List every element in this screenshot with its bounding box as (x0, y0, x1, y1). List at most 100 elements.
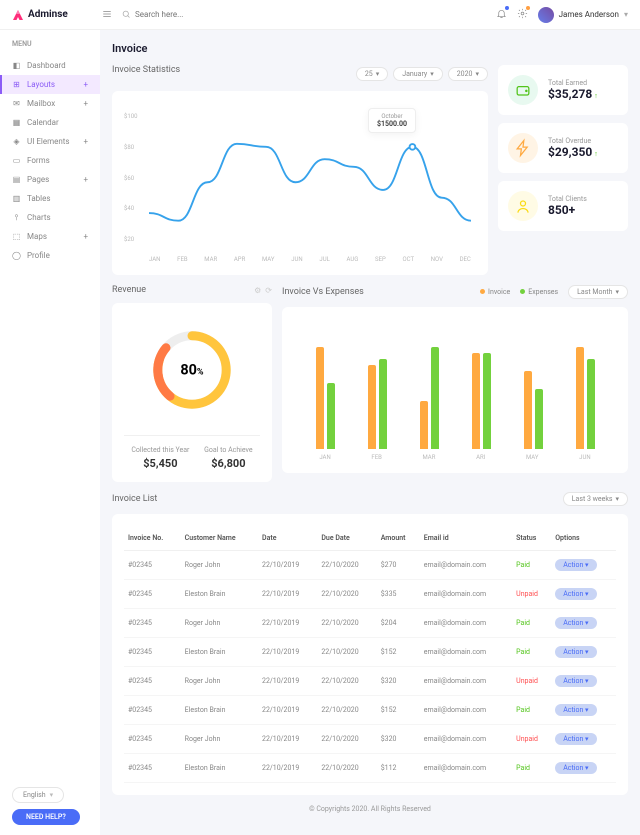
settings-button[interactable] (517, 8, 528, 21)
stat-card-total-earned: Total Earned$35,278↑ (498, 65, 628, 115)
sidebar-item-forms[interactable]: ▭Forms (0, 151, 100, 170)
bar-group (368, 359, 387, 449)
bar-expenses (483, 353, 491, 449)
sidebar-item-tables[interactable]: ▥Tables (0, 189, 100, 208)
refresh-icon[interactable]: ⟳ (265, 286, 272, 295)
bar-x-label: FEB (371, 454, 381, 461)
cell-amount: $112 (377, 754, 420, 783)
action-button[interactable]: Action ▾ (555, 559, 596, 571)
legend-invoice: Invoice (488, 288, 510, 296)
filter-2020[interactable]: 2020▾ (448, 67, 488, 81)
x-tick: MAR (204, 256, 217, 263)
col-header: Invoice No. (124, 526, 181, 551)
logo[interactable]: Adminse (12, 9, 102, 21)
chevron-down-icon: ▾ (615, 288, 619, 296)
x-tick: JUN (291, 256, 302, 263)
list-filter[interactable]: Last 3 weeks▾ (563, 492, 628, 506)
help-button[interactable]: NEED HELP? (12, 809, 80, 825)
ive-title: Invoice Vs Expenses (282, 287, 364, 297)
table-row: #02345Roger John22/10/201922/10/2020$320… (124, 725, 616, 754)
stats-title: Invoice Statistics (112, 65, 180, 75)
action-button[interactable]: Action ▾ (555, 617, 596, 629)
language-select[interactable]: English ▾ (12, 787, 64, 803)
cell-name: Eleston Brain (181, 696, 258, 725)
maps-icon: ⬚ (12, 232, 21, 241)
menu-label: Pages (27, 175, 49, 184)
chevron-down-icon: ▾ (430, 70, 434, 78)
ive-filter[interactable]: Last Month▾ (568, 285, 628, 299)
tables-icon: ▥ (12, 194, 21, 203)
action-button[interactable]: Action ▾ (555, 675, 596, 687)
menu-label: Dashboard (27, 61, 66, 70)
bar-group (472, 353, 491, 449)
settings-icon[interactable]: ⚙ (254, 286, 261, 295)
action-button[interactable]: Action ▾ (555, 588, 596, 600)
tooltip-month: October (377, 113, 407, 120)
chevron-down-icon: ▾ (615, 495, 619, 503)
search-input[interactable] (135, 10, 245, 19)
donut-chart: 80% (147, 325, 237, 415)
cell-email: email@domain.com (420, 638, 512, 667)
cell-amount: $152 (377, 638, 420, 667)
tooltip-value: $1500.00 (377, 120, 407, 128)
bar-chart (294, 319, 616, 449)
filter-25[interactable]: 25▾ (356, 67, 388, 81)
cell-date: 22/10/2019 (258, 667, 317, 696)
sidebar-item-dashboard[interactable]: ◧Dashboard (0, 56, 100, 75)
avatar (538, 7, 554, 23)
cell-amount: $320 (377, 725, 420, 754)
sidebar-item-pages[interactable]: ▤Pages+ (0, 170, 100, 189)
sidebar-item-profile[interactable]: ◯Profile (0, 246, 100, 265)
notification-dot (505, 6, 509, 10)
cell-no: #02345 (124, 609, 181, 638)
arrow-up-icon: ↑ (594, 150, 598, 158)
bar-expenses (379, 359, 387, 449)
sidebar-item-maps[interactable]: ⬚Maps+ (0, 227, 100, 246)
cell-date: 22/10/2019 (258, 638, 317, 667)
cell-name: Eleston Brain (181, 754, 258, 783)
sidebar-item-charts[interactable]: ⫯Charts (0, 208, 100, 227)
ive-card: JANFEBMARARIMAYJUN (282, 307, 628, 473)
pages-icon: ▤ (12, 175, 21, 184)
bar-group (420, 347, 439, 449)
sidebar-item-ui-elements[interactable]: ◈UI Elements+ (0, 132, 100, 151)
sidebar-item-calendar[interactable]: ▦Calendar (0, 113, 100, 132)
cell-no: #02345 (124, 667, 181, 696)
cell-email: email@domain.com (420, 667, 512, 696)
cell-date: 22/10/2019 (258, 725, 317, 754)
x-tick: OCT (403, 256, 415, 263)
stat-value: $35,278↑ (548, 87, 598, 101)
cell-no: #02345 (124, 638, 181, 667)
revenue-card: 80% Collected this Year $5,450 Goal to A… (112, 303, 272, 482)
search-box[interactable] (122, 10, 245, 19)
cell-no: #02345 (124, 696, 181, 725)
menu-toggle[interactable] (102, 9, 112, 21)
sidebar-item-mailbox[interactable]: ✉Mailbox+ (0, 94, 100, 113)
action-button[interactable]: Action ▾ (555, 733, 596, 745)
filter-january[interactable]: January▾ (393, 67, 442, 81)
table-row: #02345Eleston Brain22/10/201922/10/2020$… (124, 580, 616, 609)
cell-name: Roger John (181, 609, 258, 638)
notifications-button[interactable] (496, 8, 507, 21)
action-button[interactable]: Action ▾ (555, 762, 596, 774)
sidebar: MENU ◧Dashboard⊞Layouts+✉Mailbox+▦Calend… (0, 30, 100, 835)
table-row: #02345Eleston Brain22/10/201922/10/2020$… (124, 754, 616, 783)
bar-invoice (524, 371, 532, 449)
cell-amount: $335 (377, 580, 420, 609)
action-button[interactable]: Action ▾ (555, 646, 596, 658)
logo-icon (12, 9, 24, 21)
col-header: Email id (420, 526, 512, 551)
line-svg (149, 113, 471, 236)
chevron-down-icon: ▾ (376, 70, 380, 78)
user-menu[interactable]: James Anderson ▾ (538, 7, 628, 23)
cell-email: email@domain.com (420, 609, 512, 638)
x-tick: NOV (431, 256, 443, 263)
cell-due: 22/10/2020 (317, 551, 376, 580)
action-button[interactable]: Action ▾ (555, 704, 596, 716)
menu-label: Maps (27, 232, 47, 241)
cell-due: 22/10/2020 (317, 725, 376, 754)
sidebar-item-layouts[interactable]: ⊞Layouts+ (0, 75, 100, 94)
cell-date: 22/10/2019 (258, 580, 317, 609)
x-tick: AUG (347, 256, 359, 263)
menu-label: Forms (27, 156, 50, 165)
